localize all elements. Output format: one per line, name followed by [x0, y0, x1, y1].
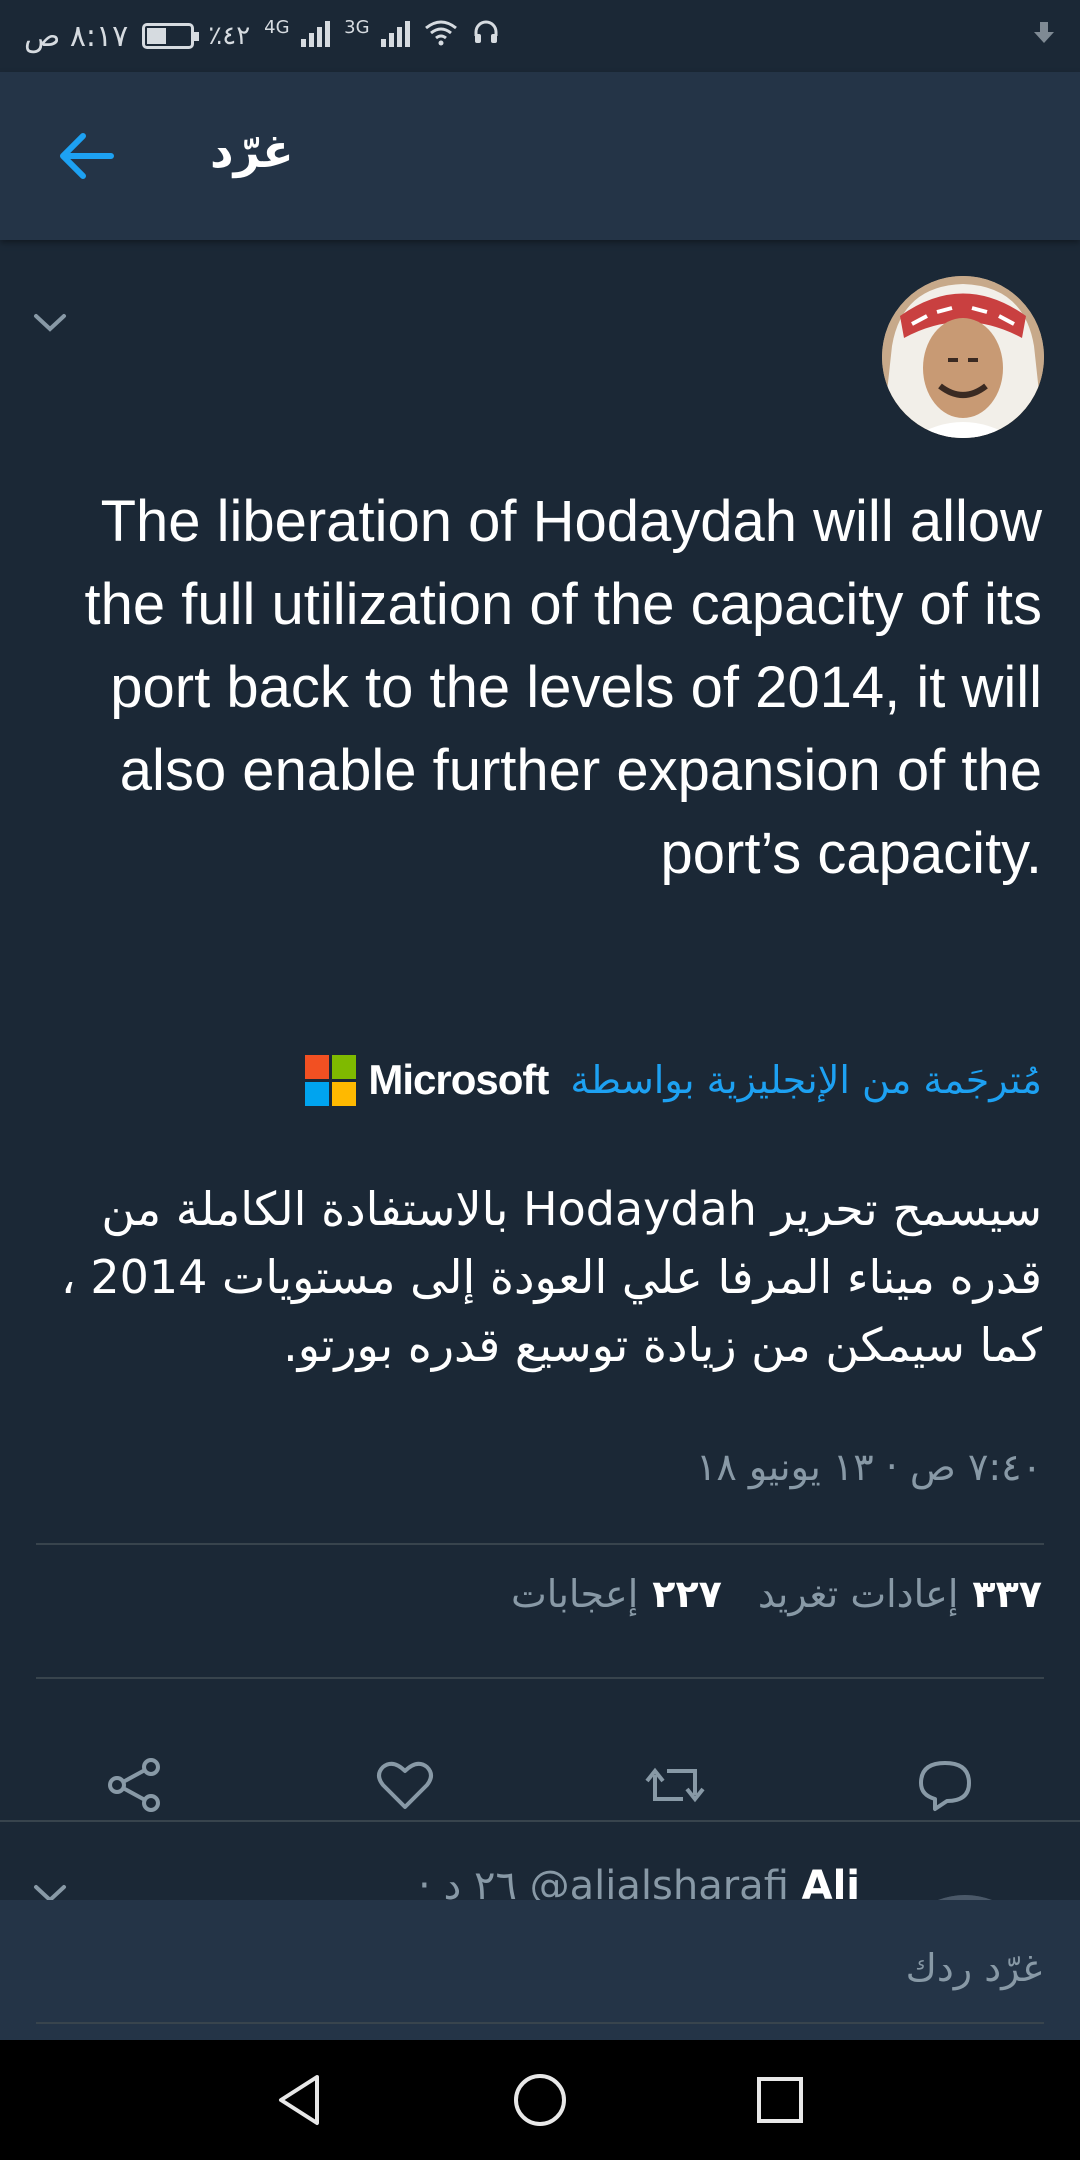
tweet-menu-button[interactable] — [30, 302, 70, 342]
tweet-timestamp: ٧:٤٠ ص · ١٣ يونيو ١٨ — [695, 1445, 1042, 1489]
reply-menu-button[interactable] — [30, 1877, 70, 1900]
nav-back-button[interactable] — [260, 2060, 340, 2140]
heart-icon — [377, 1761, 433, 1809]
reply-item[interactable]: · ٢٦ د @alialsharafi Ali — [0, 1825, 1080, 1900]
tweet-stats: ٣٣٧ إعادات تغريد ٢٢٧ إعجابات — [511, 1572, 1042, 1616]
author-avatar[interactable] — [882, 276, 1044, 438]
share-icon — [108, 1758, 160, 1812]
likes-label: إعجابات — [510, 1572, 639, 1616]
translation-text: سيسمح تحرير Hodaydah بالاستفادة الكاملة … — [60, 1182, 1042, 1372]
reply-input[interactable]: غرّد ردك — [906, 1946, 1042, 1990]
circle-home-icon — [514, 2074, 566, 2126]
retweet-icon — [645, 1767, 705, 1803]
input-underline — [36, 2022, 1044, 2024]
system-navigation-bar — [0, 2040, 1080, 2160]
retweets-count: ٣٣٧ — [972, 1572, 1042, 1616]
divider — [36, 1677, 1044, 1679]
reply-button[interactable] — [905, 1745, 985, 1825]
like-button[interactable] — [365, 1745, 445, 1825]
translated-label[interactable]: مُترجَمة من الإنجليزية بواسطة — [570, 1058, 1042, 1102]
battery-icon — [142, 23, 200, 49]
microsoft-logo: Microsoft — [305, 1054, 549, 1106]
square-recents-icon — [757, 2077, 803, 2123]
translator-name: Microsoft — [368, 1056, 549, 1103]
wifi-icon — [424, 18, 458, 54]
app-bar: غرّد — [0, 72, 1080, 240]
headset-icon — [472, 18, 500, 54]
download-icon — [1032, 20, 1056, 53]
triangle-back-icon — [279, 2075, 319, 2125]
back-button[interactable] — [50, 124, 120, 188]
translation-attribution: مُترجَمة من الإنجليزية بواسطة Microsoft — [305, 1050, 1042, 1110]
tweet-actions — [0, 1745, 1080, 1825]
reply-name: Ali — [801, 1863, 860, 1900]
comment-icon — [919, 1761, 971, 1811]
reply-handle: @alialsharafi — [529, 1863, 789, 1900]
chevron-down-icon — [34, 1885, 66, 1900]
status-bar: ٨:١٧ ص ٪٤٢ 4G 3G — [0, 0, 1080, 72]
page-title: غرّد — [210, 124, 294, 178]
clock: ٨:١٧ ص — [24, 18, 129, 54]
divider — [36, 1543, 1044, 1545]
battery-percent: ٪٤٢ — [208, 21, 251, 51]
signal-3g-icon: 3G — [344, 17, 411, 55]
divider — [0, 1820, 1080, 1822]
reply-compose-bar: غرّد ردك — [0, 1900, 1080, 2040]
likes-stat[interactable]: ٢٢٧ إعجابات — [511, 1572, 722, 1616]
arrow-left-icon — [60, 133, 114, 179]
reply-age: · ٢٦ د — [418, 1863, 517, 1900]
microsoft-logo-icon — [305, 1054, 357, 1106]
retweets-stat[interactable]: ٣٣٧ إعادات تغريد — [758, 1572, 1042, 1616]
retweet-button[interactable] — [635, 1745, 715, 1825]
tweet-text: The liberation of Hodaydah will allow th… — [84, 489, 1042, 886]
likes-count: ٢٢٧ — [652, 1572, 722, 1616]
status-indicators: ٨:١٧ ص ٪٤٢ 4G 3G — [24, 17, 500, 55]
reply-header: · ٢٦ د @alialsharafi Ali — [418, 1863, 860, 1900]
nav-recents-button[interactable] — [740, 2060, 820, 2140]
signal-4g-icon: 4G — [264, 17, 331, 55]
retweets-label: إعادات تغريد — [757, 1572, 959, 1616]
chevron-down-icon — [34, 314, 66, 332]
nav-home-button[interactable] — [500, 2060, 580, 2140]
share-button[interactable] — [95, 1745, 175, 1825]
